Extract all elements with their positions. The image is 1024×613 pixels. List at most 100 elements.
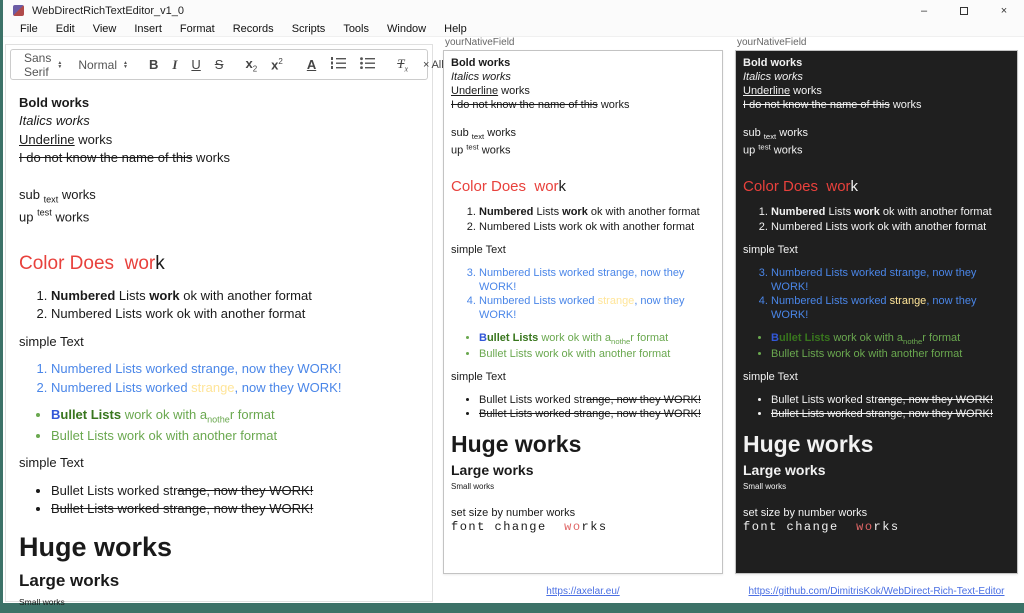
rich-text-line: sub text works	[743, 126, 1010, 142]
rich-text-line	[743, 158, 1010, 172]
rich-text-line	[19, 168, 419, 186]
strikethrough-button[interactable]: S	[208, 57, 231, 72]
clear-all-x-icon: ×	[423, 59, 429, 71]
github-link-container: https://github.com/DimitrisKok/WebDirect…	[735, 586, 1018, 597]
rich-text-line: sub text works	[19, 186, 419, 207]
rich-text-editor-panel: Sans Serif ▲▼ Normal ▲▼ B I U S x2 x2 A	[5, 44, 433, 602]
select-arrows-icon: ▲▼	[123, 61, 128, 69]
github-link[interactable]: https://github.com/DimitrisKok/WebDirect…	[749, 586, 1005, 597]
list-item: Bullet Lists work ok with another format	[771, 347, 1010, 361]
rich-text-line: Numbered Lists work ok with another form…	[743, 205, 1010, 233]
rich-text-line	[19, 608, 419, 613]
font-color-button[interactable]: A	[300, 57, 323, 72]
paragraph-style-value: Normal	[78, 58, 117, 72]
list-item: Bullet Lists worked strange, now they WO…	[51, 500, 419, 518]
window-title: WebDirectRichTextEditor_v1_0	[32, 5, 184, 17]
list-item: Numbered Lists worked strange, now they …	[479, 294, 715, 322]
rich-text-line: Italics works	[451, 70, 715, 84]
bold-button[interactable]: B	[142, 57, 165, 72]
rich-text-line: Numbered Lists work ok with another form…	[451, 205, 715, 233]
list-item: Bullet Lists work ok with another format	[51, 427, 419, 445]
list-item: Numbered Lists worked strange, now they …	[479, 266, 715, 294]
menu-help[interactable]: Help	[435, 23, 476, 35]
menu-view[interactable]: View	[84, 23, 126, 35]
italic-button[interactable]: I	[165, 57, 184, 73]
rich-text-line: sub text works	[451, 126, 715, 142]
rich-text-line: Numbered Lists worked strange, now they …	[743, 266, 1010, 322]
bullet-list-icon	[360, 56, 375, 69]
rich-text-line: Large works	[451, 462, 715, 480]
rich-text-line: Bold works	[743, 56, 1010, 70]
list-item: Numbered Lists worked strange, now they …	[771, 294, 1010, 322]
list-item: Bullet Lists work ok with another format	[771, 331, 1010, 347]
menu-records[interactable]: Records	[224, 23, 283, 35]
rich-text-line: Bullet Lists worked strange, now they WO…	[19, 482, 419, 519]
rich-text-line: Color Does work	[743, 177, 1010, 196]
clear-format-button[interactable]: Tx	[390, 56, 415, 74]
rich-text-line: Huge works	[451, 430, 715, 459]
list-item: Numbered Lists work ok with another form…	[771, 220, 1010, 234]
rich-text-line: up test works	[19, 207, 419, 227]
maximize-button[interactable]	[944, 0, 984, 21]
rich-text-line: Underline works	[451, 84, 715, 98]
native-field-light-content: Bold worksItalics worksUnderline worksI …	[451, 56, 715, 535]
paragraph-style-select[interactable]: Normal ▲▼	[78, 58, 128, 72]
rich-text-line: set size by number works	[743, 506, 1010, 520]
rich-text-line: Small works	[19, 596, 419, 608]
menu-window[interactable]: Window	[378, 23, 435, 35]
list-item: Bullet Lists worked strange, now they WO…	[51, 482, 419, 500]
rich-text-line: up test works	[743, 142, 1010, 158]
menu-format[interactable]: Format	[171, 23, 224, 35]
bullet-list-button[interactable]	[360, 56, 375, 74]
rich-text-line: Underline works	[743, 84, 1010, 98]
rich-text-line: simple Text	[743, 370, 1010, 384]
ordered-list-button[interactable]	[331, 56, 346, 74]
list-item: Bullet Lists work ok with another format	[479, 331, 715, 347]
rich-text-line: Color Does work	[451, 177, 715, 196]
rich-text-line: simple Text	[19, 333, 419, 351]
rich-text-line	[19, 227, 419, 245]
list-item: Bullet Lists worked strange, now they WO…	[479, 407, 715, 421]
minimize-button[interactable]: –	[904, 0, 944, 21]
list-item: Numbered Lists worked strange, now they …	[771, 266, 1010, 294]
rich-text-line: simple Text	[451, 243, 715, 257]
underline-button[interactable]: U	[184, 57, 207, 72]
clear-format-sub: x	[404, 64, 408, 73]
menu-file[interactable]: File	[11, 23, 47, 35]
native-field-light[interactable]: Bold worksItalics worksUnderline worksI …	[443, 50, 723, 574]
axelar-link[interactable]: https://axelar.eu/	[546, 586, 619, 597]
rich-text-line: Underline works	[19, 131, 419, 149]
native-field-dark[interactable]: Bold worksItalics worksUnderline worksI …	[735, 50, 1018, 574]
rich-text-line: Bullet Lists work ok with another format…	[451, 331, 715, 361]
rich-text-line	[743, 112, 1010, 126]
rich-text-line: Bullet Lists worked strange, now they WO…	[743, 393, 1010, 421]
rich-text-line: Small works	[743, 482, 1010, 492]
rich-text-line: font change works	[743, 520, 1010, 535]
list-item: Numbered Lists work ok with another form…	[771, 205, 1010, 219]
rich-text-line	[451, 492, 715, 506]
rich-text-line: I do not know the name of this works	[743, 98, 1010, 112]
native-field-label-light: yourNativeField	[445, 37, 514, 48]
menu-insert[interactable]: Insert	[125, 23, 171, 35]
subscript-button[interactable]: x2	[238, 56, 264, 74]
rich-text-line: Bullet Lists work ok with another format…	[19, 406, 419, 445]
axelar-link-container: https://axelar.eu/	[443, 586, 723, 597]
superscript-button[interactable]: x2	[264, 57, 290, 72]
font-family-select[interactable]: Sans Serif ▲▼	[24, 51, 62, 79]
clear-all-button[interactable]: ×All	[415, 59, 444, 71]
subscript-digit: 2	[253, 64, 257, 73]
list-item: Bullet Lists worked strange, now they WO…	[771, 407, 1010, 421]
editor-content-area[interactable]: Bold worksItalics worksUnderline worksI …	[6, 84, 432, 613]
rich-text-line: Large works	[743, 462, 1010, 480]
rich-text-line: font change works	[451, 520, 715, 535]
menu-edit[interactable]: Edit	[47, 23, 84, 35]
menu-scripts[interactable]: Scripts	[283, 23, 335, 35]
list-item: Numbered Lists work ok with another form…	[51, 287, 419, 305]
close-button[interactable]: ×	[984, 0, 1024, 21]
rich-text-line: Huge works	[19, 528, 419, 566]
menu-tools[interactable]: Tools	[334, 23, 378, 35]
native-field-dark-content: Bold worksItalics worksUnderline worksI …	[743, 56, 1010, 535]
rich-text-line: simple Text	[19, 454, 419, 472]
list-item: Numbered Lists worked strange, now they …	[51, 360, 419, 378]
rich-text-line	[451, 158, 715, 172]
